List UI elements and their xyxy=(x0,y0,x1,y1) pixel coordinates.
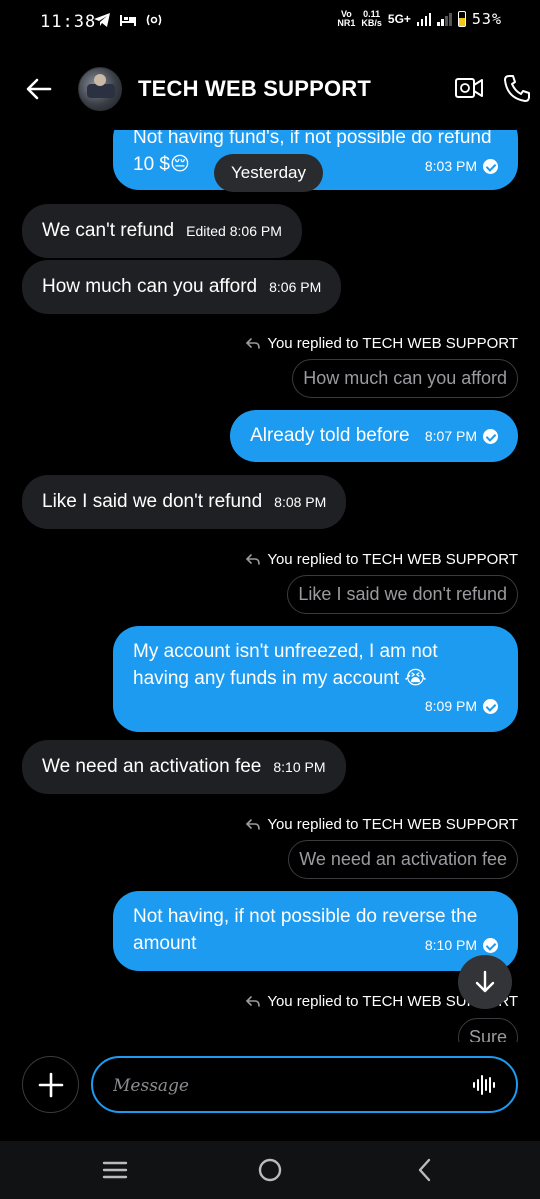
reply-note-text: You replied to TECH WEB SUPPORT xyxy=(267,551,518,568)
message-input-container[interactable] xyxy=(91,1056,518,1113)
arrow-down-icon xyxy=(475,970,495,993)
network-type: 5G+ xyxy=(387,12,411,26)
reply-indicator: You replied to TECH WEB SUPPORT xyxy=(245,335,518,352)
message-meta: 8:09 PM xyxy=(425,693,498,720)
phone-call-icon[interactable] xyxy=(502,73,532,103)
reply-arrow-icon xyxy=(246,337,261,349)
network-speed: 0.11 KB/s xyxy=(361,10,382,28)
reply-arrow-icon xyxy=(246,995,261,1007)
incoming-message[interactable]: We need an activation fee 8:10 PM xyxy=(22,740,346,794)
speed-unit: KB/s xyxy=(361,18,382,28)
reply-indicator: You replied to TECH WEB SUPPORT xyxy=(245,816,518,833)
message-time: 8:08 PM xyxy=(274,494,327,510)
message-meta-row: 8:09 PM xyxy=(133,692,498,720)
read-check-icon xyxy=(483,159,498,174)
incoming-message[interactable]: Like I said we don't refund 8:08 PM xyxy=(22,475,347,529)
system-nav-bar xyxy=(0,1141,540,1199)
contact-name[interactable]: TECH WEB SUPPORT xyxy=(138,76,371,102)
signal-icon-sim2 xyxy=(437,12,452,26)
reply-indicator: You replied to TECH WEB SUPPORT xyxy=(245,551,518,568)
bed-icon xyxy=(120,15,136,26)
date-separator: Yesterday xyxy=(214,154,323,192)
message-input[interactable] xyxy=(113,1072,453,1100)
status-bar: 11:38 Vo NR1 0.11 KB/s 5G+ 53% xyxy=(0,0,540,48)
recents-button[interactable] xyxy=(100,1157,130,1183)
battery-icon xyxy=(457,11,466,27)
message-text: How much can you afford xyxy=(42,276,258,297)
signal-icon xyxy=(416,12,432,26)
outgoing-message[interactable]: Not having, if not possible do reverse t… xyxy=(113,891,518,971)
battery-percent: 53% xyxy=(471,10,502,28)
attach-button[interactable] xyxy=(22,1056,79,1113)
status-time: 11:38 xyxy=(40,12,97,32)
status-notification-icons xyxy=(93,12,163,28)
quoted-message[interactable]: How much can you afford xyxy=(292,359,518,398)
back-button[interactable] xyxy=(410,1157,440,1183)
message-time: 8:09 PM xyxy=(424,698,477,714)
telegram-icon xyxy=(94,13,110,27)
video-call-icon[interactable] xyxy=(454,75,484,101)
reply-note-text: You replied to TECH WEB SUPPORT xyxy=(267,335,518,352)
status-indicators: Vo NR1 0.11 KB/s 5G+ 53% xyxy=(337,10,502,29)
message-time: 8:03 PM xyxy=(424,158,477,174)
message-time: 8:07 PM xyxy=(424,428,477,444)
chat-header: TECH WEB SUPPORT xyxy=(0,56,540,122)
message-list[interactable]: Yesterday Not having fund's, if not poss… xyxy=(0,130,540,1042)
message-time: 8:10 PM xyxy=(273,759,326,775)
plus-icon xyxy=(38,1072,63,1097)
incoming-message[interactable]: We can't refund Edited 8:06 PM xyxy=(22,204,302,258)
message-text: My account isn't unfreezed, I am not hav… xyxy=(133,641,438,689)
message-text: Like I said we don't refund xyxy=(42,491,263,512)
message-text: We can't refund xyxy=(42,220,175,241)
quoted-message[interactable]: Sure xyxy=(457,1018,518,1042)
message-time: Edited 8:06 PM xyxy=(186,223,282,239)
reply-arrow-icon xyxy=(246,818,261,830)
message-text: Already told before xyxy=(250,425,410,446)
message-time: 8:06 PM xyxy=(269,279,322,295)
voice-message-icon[interactable] xyxy=(472,1074,496,1096)
reply-note-text: You replied to TECH WEB SUPPORT xyxy=(267,816,518,833)
back-arrow-icon[interactable] xyxy=(24,74,54,104)
scroll-to-bottom-button[interactable] xyxy=(458,955,512,1009)
message-meta: 8:03 PM xyxy=(425,153,498,180)
volte-bottom: NR1 xyxy=(337,18,356,28)
reply-arrow-icon xyxy=(246,553,261,565)
message-text: We need an activation fee xyxy=(42,756,262,777)
message-time: 8:10 PM xyxy=(424,937,477,953)
compose-bar xyxy=(0,1052,540,1122)
quoted-message[interactable]: Like I said we don't refund xyxy=(287,575,518,614)
home-circle-icon xyxy=(258,1158,282,1182)
read-check-icon xyxy=(483,429,498,444)
avatar[interactable] xyxy=(78,67,122,111)
read-check-icon xyxy=(483,938,498,953)
chevron-left-icon xyxy=(418,1158,431,1182)
volte-indicator: Vo NR1 xyxy=(337,10,355,28)
outgoing-message[interactable]: Already told before 8:07 PM xyxy=(230,410,518,462)
home-button[interactable] xyxy=(255,1157,285,1183)
outgoing-message[interactable]: My account isn't unfreezed, I am not hav… xyxy=(113,626,518,732)
quoted-message[interactable]: We need an activation fee xyxy=(288,840,518,879)
message-meta: 8:07 PM xyxy=(425,423,498,450)
menu-icon xyxy=(102,1161,128,1179)
incoming-message[interactable]: How much can you afford 8:06 PM xyxy=(22,260,342,314)
radio-icon xyxy=(146,14,162,26)
read-check-icon xyxy=(483,699,498,714)
